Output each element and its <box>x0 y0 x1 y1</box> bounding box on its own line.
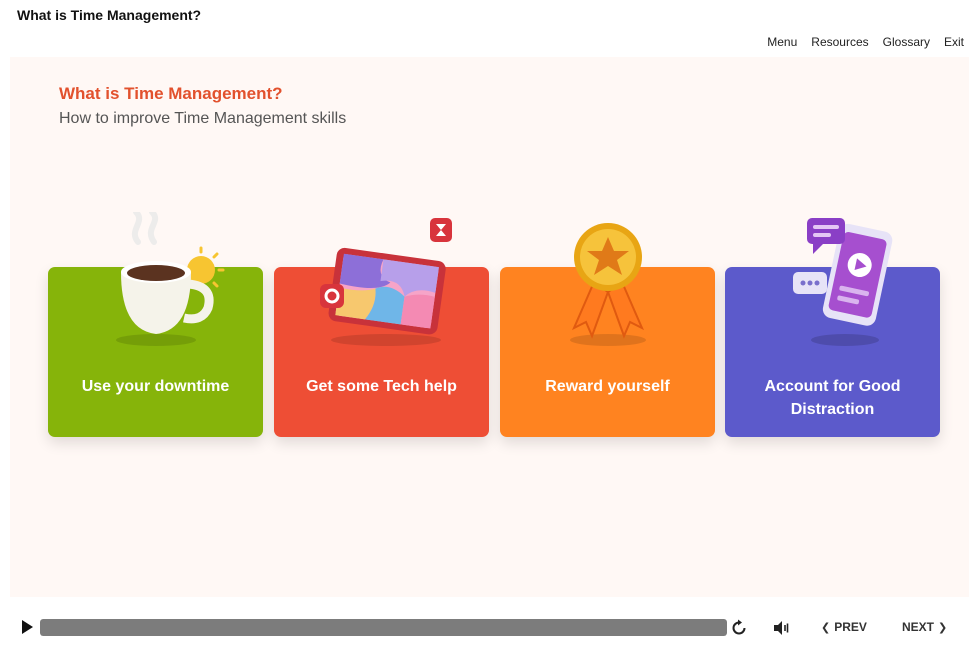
exit-link[interactable]: Exit <box>944 35 964 49</box>
card-account-for-good-distraction[interactable]: Account for Good Distraction <box>725 218 940 437</box>
slide-subtitle: How to improve Time Management skills <box>59 110 347 127</box>
play-icon[interactable] <box>22 620 33 634</box>
chevron-left-icon: ❮ <box>821 621 831 634</box>
phone-chat-icon <box>792 218 892 346</box>
prev-button[interactable]: ❮ PREV <box>821 620 867 634</box>
resources-link[interactable]: Resources <box>811 35 868 49</box>
card-label: Use your downtime <box>81 378 230 395</box>
card-label: Get some Tech help <box>306 378 457 395</box>
prev-label: PREV <box>834 620 867 634</box>
next-label: NEXT <box>902 620 935 634</box>
media-player: ❮ PREV NEXT ❯ <box>0 610 980 646</box>
coffee-cup-icon <box>115 212 224 346</box>
card-use-your-downtime[interactable]: Use your downtime <box>48 212 263 437</box>
next-button[interactable]: NEXT ❯ <box>902 620 947 634</box>
tablet-puzzle-icon <box>319 218 452 346</box>
top-nav: Menu Resources Glossary Exit <box>767 35 964 49</box>
card-reward-yourself[interactable]: Reward yourself <box>500 223 715 437</box>
chevron-right-icon: ❯ <box>938 621 948 634</box>
card-get-some-tech-help[interactable]: Get some Tech help <box>274 218 489 437</box>
slide-title: What is Time Management? <box>59 84 283 103</box>
progress-fill <box>40 619 727 636</box>
medal-icon <box>569 223 646 346</box>
menu-link[interactable]: Menu <box>767 35 797 49</box>
glossary-link[interactable]: Glossary <box>883 35 930 49</box>
volume-icon[interactable] <box>772 619 790 637</box>
slide-area: What is Time Management? How to improve … <box>10 57 969 597</box>
card-label: Account for Good Distraction <box>764 378 901 418</box>
card-label: Reward yourself <box>545 378 670 395</box>
window-title: What is Time Management? <box>17 7 202 23</box>
replay-icon[interactable] <box>730 619 748 637</box>
progress-bar[interactable] <box>40 619 727 636</box>
